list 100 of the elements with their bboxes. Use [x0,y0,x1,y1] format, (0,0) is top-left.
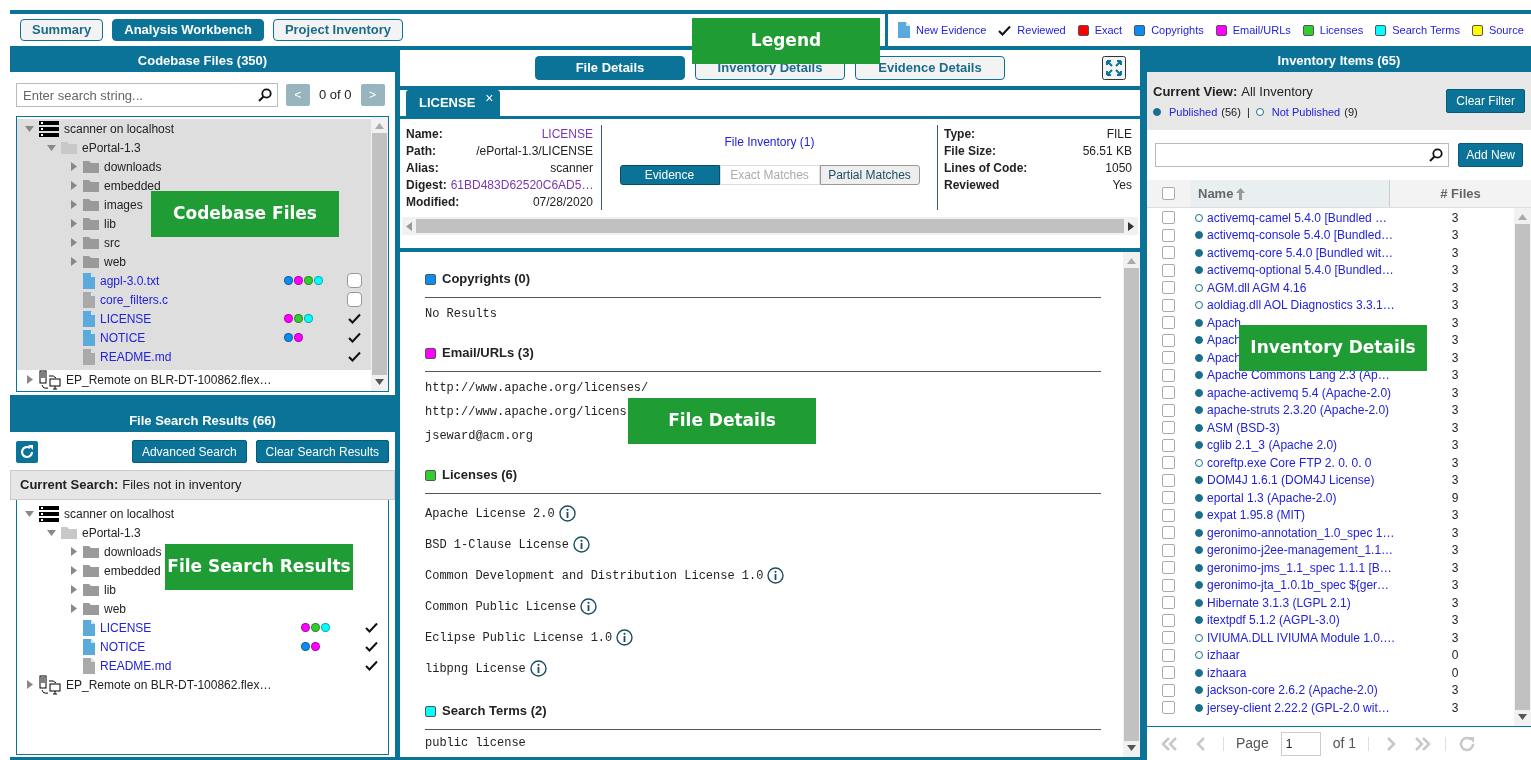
caret-right-icon[interactable] [69,547,78,556]
inventory-link[interactable]: geronimo-jms_1.1_spec 1.1.1 [B… [1207,558,1392,577]
folder-name[interactable]: downloads [104,157,162,176]
info-icon[interactable] [616,629,634,646]
expand-icon[interactable] [1102,56,1126,80]
search-icon[interactable] [1429,148,1444,162]
search-field[interactable]: Enter search string... [16,83,278,107]
folder-name[interactable]: lib [104,580,116,599]
host-name[interactable]: EP_Remote on BLR-DT-100862.flex… [66,675,272,694]
checkbox[interactable] [1162,316,1175,330]
folder-name[interactable]: lib [104,214,116,233]
inventory-link[interactable]: apache-struts 2.3.20 (Apache-2.0) [1207,401,1390,420]
checkbox[interactable] [1162,228,1175,242]
inventory-link[interactable]: IVIUMA.DLL IVIUMA Module 1.0.… [1207,628,1396,647]
page-field[interactable]: 1 [1280,731,1321,756]
action-button[interactable]: Clear Search Results [255,440,389,463]
evidence-tab[interactable]: Evidence [619,165,720,185]
refresh-button[interactable] [16,440,38,463]
checkbox[interactable] [1162,281,1175,295]
inventory-link[interactable]: activemq-camel 5.4.0 [Bundled … [1207,208,1388,227]
inventory-link[interactable]: cglib 2.1_3 (Apache 2.0) [1207,436,1338,455]
refresh-icon[interactable] [1458,734,1477,753]
checkbox[interactable] [1162,246,1175,260]
search-field[interactable] [1155,143,1450,167]
info-icon[interactable] [767,567,785,584]
checkbox[interactable] [1162,473,1175,487]
inventory-link[interactable]: activemq-console 5.4.0 [Bundled… [1207,226,1394,245]
folder-name[interactable]: downloads [104,542,162,561]
inventory-link[interactable]: activemq-core 5.4.0 [Bundled wit… [1207,243,1394,262]
folder-name[interactable]: images [104,195,143,214]
info-icon[interactable] [580,598,598,615]
host-name[interactable]: EP_Remote on BLR-DT-100862.flex… [66,370,272,389]
scrollbar[interactable] [402,217,1138,235]
inventory-link[interactable]: DOM4J 1.6.1 (DOM4J License) [1207,471,1375,490]
checkbox[interactable] [1162,701,1175,715]
scroll-down-icon[interactable] [375,379,384,385]
checkbox[interactable] [1162,596,1175,610]
scroll-down-icon[interactable] [1127,745,1136,751]
inventory-link[interactable]: aoldiag.dll AOL Diagnostics 3.3.1… [1207,296,1395,315]
file-name[interactable]: agpl-3.0.txt [100,271,279,290]
caret-right-icon[interactable] [69,585,78,594]
inventory-link[interactable]: expat 1.95.8 (MIT) [1207,506,1306,525]
scroll-left-icon[interactable] [406,221,412,231]
info-icon[interactable] [573,536,591,553]
detail-tab[interactable]: Evidence Details [855,56,1005,80]
clear-filter-button[interactable]: Clear Filter [1446,89,1525,113]
nav-tab[interactable]: Project Inventory [272,19,404,41]
caret-down-icon[interactable] [25,509,34,518]
filter-link[interactable]: Not Published [1271,104,1341,121]
checkbox[interactable] [1162,526,1175,540]
checkbox[interactable] [1162,456,1175,470]
inventory-link[interactable]: apache-activemq 5.4 (Apache-2.0) [1207,383,1392,402]
inventory-link[interactable]: jackson-core 2.6.2 (Apache-2.0) [1207,681,1378,700]
file-inventory-link[interactable]: File Inventory (1) [724,133,815,151]
nav-tab[interactable]: Summary [20,19,104,41]
file-tab[interactable]: LICENSE × [406,90,500,116]
add-new-button[interactable]: Add New [1458,143,1523,167]
checkbox[interactable] [1162,333,1175,347]
checkbox[interactable] [1162,351,1175,365]
column-header[interactable]: # Files [1390,180,1531,207]
search-icon[interactable] [258,88,272,102]
file-name[interactable]: LICENSE [100,309,279,328]
folder-name[interactable]: web [104,252,126,271]
nav-tab[interactable]: Analysis Workbench [112,19,264,41]
evidence-tab[interactable]: Partial Matches [819,165,920,185]
field-link[interactable]: 61BD483D62520C6AD5… [450,175,594,194]
inventory-link[interactable]: AGM.dll AGM 4.16 [1207,278,1307,297]
inventory-link[interactable]: coreftp.exe Core FTP 2. 0. 0. 0 [1207,453,1372,472]
file-name[interactable]: NOTICE [100,637,296,656]
inventory-link[interactable]: geronimo-j2ee-management_1.1… [1207,541,1394,560]
filter-link[interactable]: Published [1169,104,1218,121]
checkbox[interactable] [1162,543,1175,557]
folder-name[interactable]: ePortal-1.3 [82,523,141,542]
caret-down-icon[interactable] [47,528,56,537]
checkbox[interactable] [1162,631,1175,645]
scroll-right-icon[interactable] [1128,221,1134,231]
checkbox[interactable] [1162,438,1175,452]
checkbox[interactable] [346,292,362,307]
inventory-link[interactable]: izhaara [1207,663,1247,682]
checkbox[interactable] [1162,666,1175,680]
scrollbar[interactable] [1123,252,1140,757]
checkbox[interactable] [1162,578,1175,592]
checkbox[interactable] [1162,648,1175,662]
caret-right-icon[interactable] [25,680,34,689]
checkbox[interactable] [1162,386,1175,400]
caret-right-icon[interactable] [69,238,78,247]
inventory-link[interactable]: izhaar [1207,646,1240,665]
inventory-link[interactable]: Apach [1207,313,1242,332]
folder-name[interactable]: ePortal-1.3 [82,138,141,157]
caret-right-icon[interactable] [69,200,78,209]
checkbox[interactable] [1162,263,1175,277]
file-name[interactable]: README.md [100,347,279,366]
checkbox[interactable] [346,273,362,288]
inventory-link[interactable]: activemq-optional 5.4.0 [Bundled… [1207,261,1394,280]
caret-right-icon[interactable] [69,162,78,171]
host-name[interactable]: scanner on localhost [64,504,175,523]
scroll-up-icon[interactable] [1127,258,1136,264]
checkbox[interactable] [1162,613,1175,627]
scroll-down-icon[interactable] [1518,714,1527,720]
caret-down-icon[interactable] [25,124,34,133]
